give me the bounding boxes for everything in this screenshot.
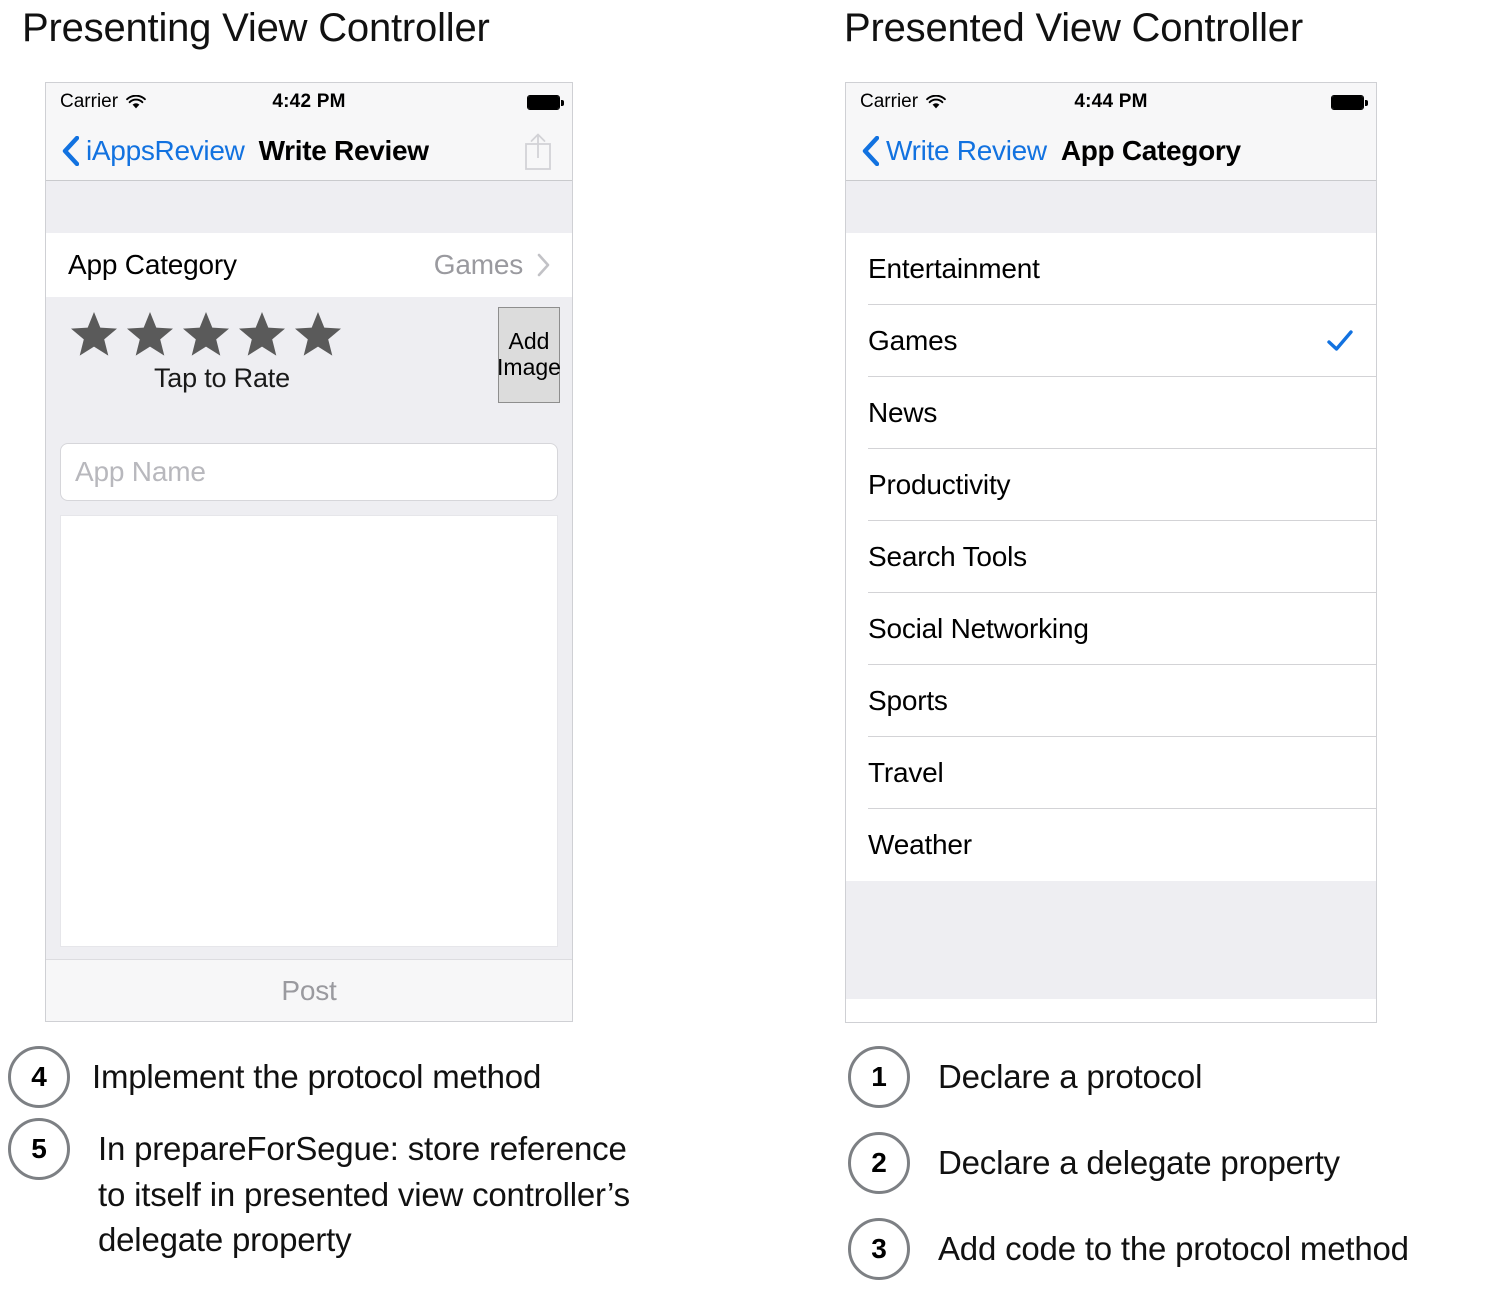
annotation-text: Add code to the protocol method	[938, 1230, 1409, 1267]
category-row-label: Search Tools	[868, 541, 1027, 572]
table-top-spacer	[846, 181, 1376, 233]
status-bar-right-group	[527, 94, 564, 110]
annotation-text: Implement the protocol method	[92, 1058, 542, 1095]
category-row-label: Social Networking	[868, 613, 1089, 644]
add-image-line1: Add	[508, 328, 550, 355]
category-row[interactable]: Social Networking	[846, 593, 1376, 665]
review-textarea[interactable]	[60, 515, 558, 947]
navigation-bar-left: iAppsReview Write Review	[46, 121, 572, 181]
category-row[interactable]: Search Tools	[846, 521, 1376, 593]
annotation-number-badge: 1	[848, 1046, 910, 1108]
status-bar-time: 4:42 PM	[272, 91, 346, 112]
annotation-number-badge: 2	[848, 1132, 910, 1194]
category-row-label: Games	[868, 325, 958, 356]
row-app-category-value: Games	[433, 249, 523, 280]
status-bar-left: Carrier 4:42 PM	[46, 83, 572, 121]
nav-right-group	[520, 130, 556, 172]
app-name-input[interactable]: App Name	[60, 443, 558, 501]
chevron-right-icon	[523, 253, 550, 277]
annotations-left: 4 Implement the protocol method 5 In prepa…	[8, 1046, 768, 1273]
back-button[interactable]: iAppsReview	[62, 135, 245, 167]
category-row[interactable]: Games	[846, 305, 1376, 377]
post-button-label: Post	[281, 975, 337, 1006]
star-icon[interactable]	[238, 311, 286, 357]
app-name-placeholder: App Name	[75, 456, 206, 487]
form-section: App Name	[46, 443, 572, 959]
category-row-label: Sports	[868, 685, 948, 716]
star-icon[interactable]	[70, 311, 118, 357]
chevron-left-icon	[862, 135, 879, 166]
annotation-note: 1 Declare a protocol	[848, 1046, 1492, 1108]
star-rating-control[interactable]	[46, 311, 572, 357]
annotation-note: 5 In prepareForSegue: store reference to…	[8, 1118, 768, 1263]
battery-icon	[527, 94, 564, 110]
page-title-left: Write Review	[258, 134, 429, 166]
presenting-view-controller-column: Presenting View Controller	[0, 0, 760, 48]
status-bar-right-group	[1331, 94, 1368, 110]
annotation-text: In prepareForSegue: store reference to i…	[98, 1130, 630, 1259]
tap-to-rate-label: Tap to Rate	[154, 363, 290, 393]
row-app-category-label: App Category	[68, 249, 237, 280]
category-row[interactable]: Weather	[846, 809, 1376, 881]
status-bar-time: 4:44 PM	[1074, 91, 1148, 112]
add-image-line2: Image	[497, 354, 561, 380]
category-list: Entertainment Games News Productivity Search…	[846, 233, 1376, 881]
presenting-phone-frame: Carrier 4:42 PM iAppsReview Write Review…	[45, 82, 573, 1022]
annotation-note: 2 Declare a delegate property	[848, 1132, 1492, 1194]
add-image-button[interactable]: Add Image	[497, 307, 561, 403]
annotation-text: Declare a protocol	[938, 1058, 1203, 1095]
row-app-category[interactable]: App Category Games	[46, 233, 572, 297]
presented-view-controller-column: Presented View Controller	[840, 0, 1492, 48]
category-row[interactable]: Sports	[846, 665, 1376, 737]
battery-icon	[1331, 94, 1368, 110]
category-row[interactable]: News	[846, 377, 1376, 449]
annotation-note: 3 Add code to the protocol method	[848, 1218, 1492, 1280]
post-button[interactable]: Post	[46, 959, 572, 1021]
category-row[interactable]: Productivity	[846, 449, 1376, 521]
rating-section: Tap to Rate Add Image	[46, 297, 572, 443]
navigation-bar-right: Write Review App Category	[846, 121, 1376, 181]
chevron-left-icon	[62, 135, 79, 166]
page-title-right: App Category	[1060, 134, 1241, 166]
share-icon[interactable]	[520, 130, 556, 172]
annotation-number-badge: 5	[8, 1118, 70, 1180]
table-bottom-spacer	[846, 881, 1376, 999]
left-column-title: Presenting View Controller	[22, 6, 490, 50]
category-row[interactable]: Travel	[846, 737, 1376, 809]
star-icon[interactable]	[182, 311, 230, 357]
star-icon[interactable]	[126, 311, 174, 357]
category-row-label: Weather	[868, 829, 972, 860]
back-button-label: Write Review	[886, 134, 1047, 166]
category-row-label: Productivity	[868, 469, 1011, 500]
annotation-number-badge: 3	[848, 1218, 910, 1280]
annotations-right: 1 Declare a protocol 2 Declare a delegate p…	[848, 1046, 1492, 1304]
back-button[interactable]: Write Review	[862, 135, 1047, 167]
status-bar-right: Carrier 4:44 PM	[846, 83, 1376, 121]
annotation-number-badge: 4	[8, 1046, 70, 1108]
annotation-text: Declare a delegate property	[938, 1144, 1340, 1181]
category-row-label: News	[868, 397, 938, 428]
back-button-label: iAppsReview	[86, 134, 245, 166]
checkmark-icon	[1326, 329, 1354, 353]
category-row-label: Travel	[868, 757, 944, 788]
category-row[interactable]: Entertainment	[846, 233, 1376, 305]
right-column-title: Presented View Controller	[844, 6, 1303, 50]
presented-phone-frame: Carrier 4:44 PM Write Review App Categor…	[845, 82, 1377, 1023]
star-icon[interactable]	[294, 311, 342, 357]
table-top-spacer	[46, 181, 572, 233]
category-row-label: Entertainment	[868, 253, 1040, 284]
annotation-note: 4 Implement the protocol method	[8, 1046, 768, 1108]
